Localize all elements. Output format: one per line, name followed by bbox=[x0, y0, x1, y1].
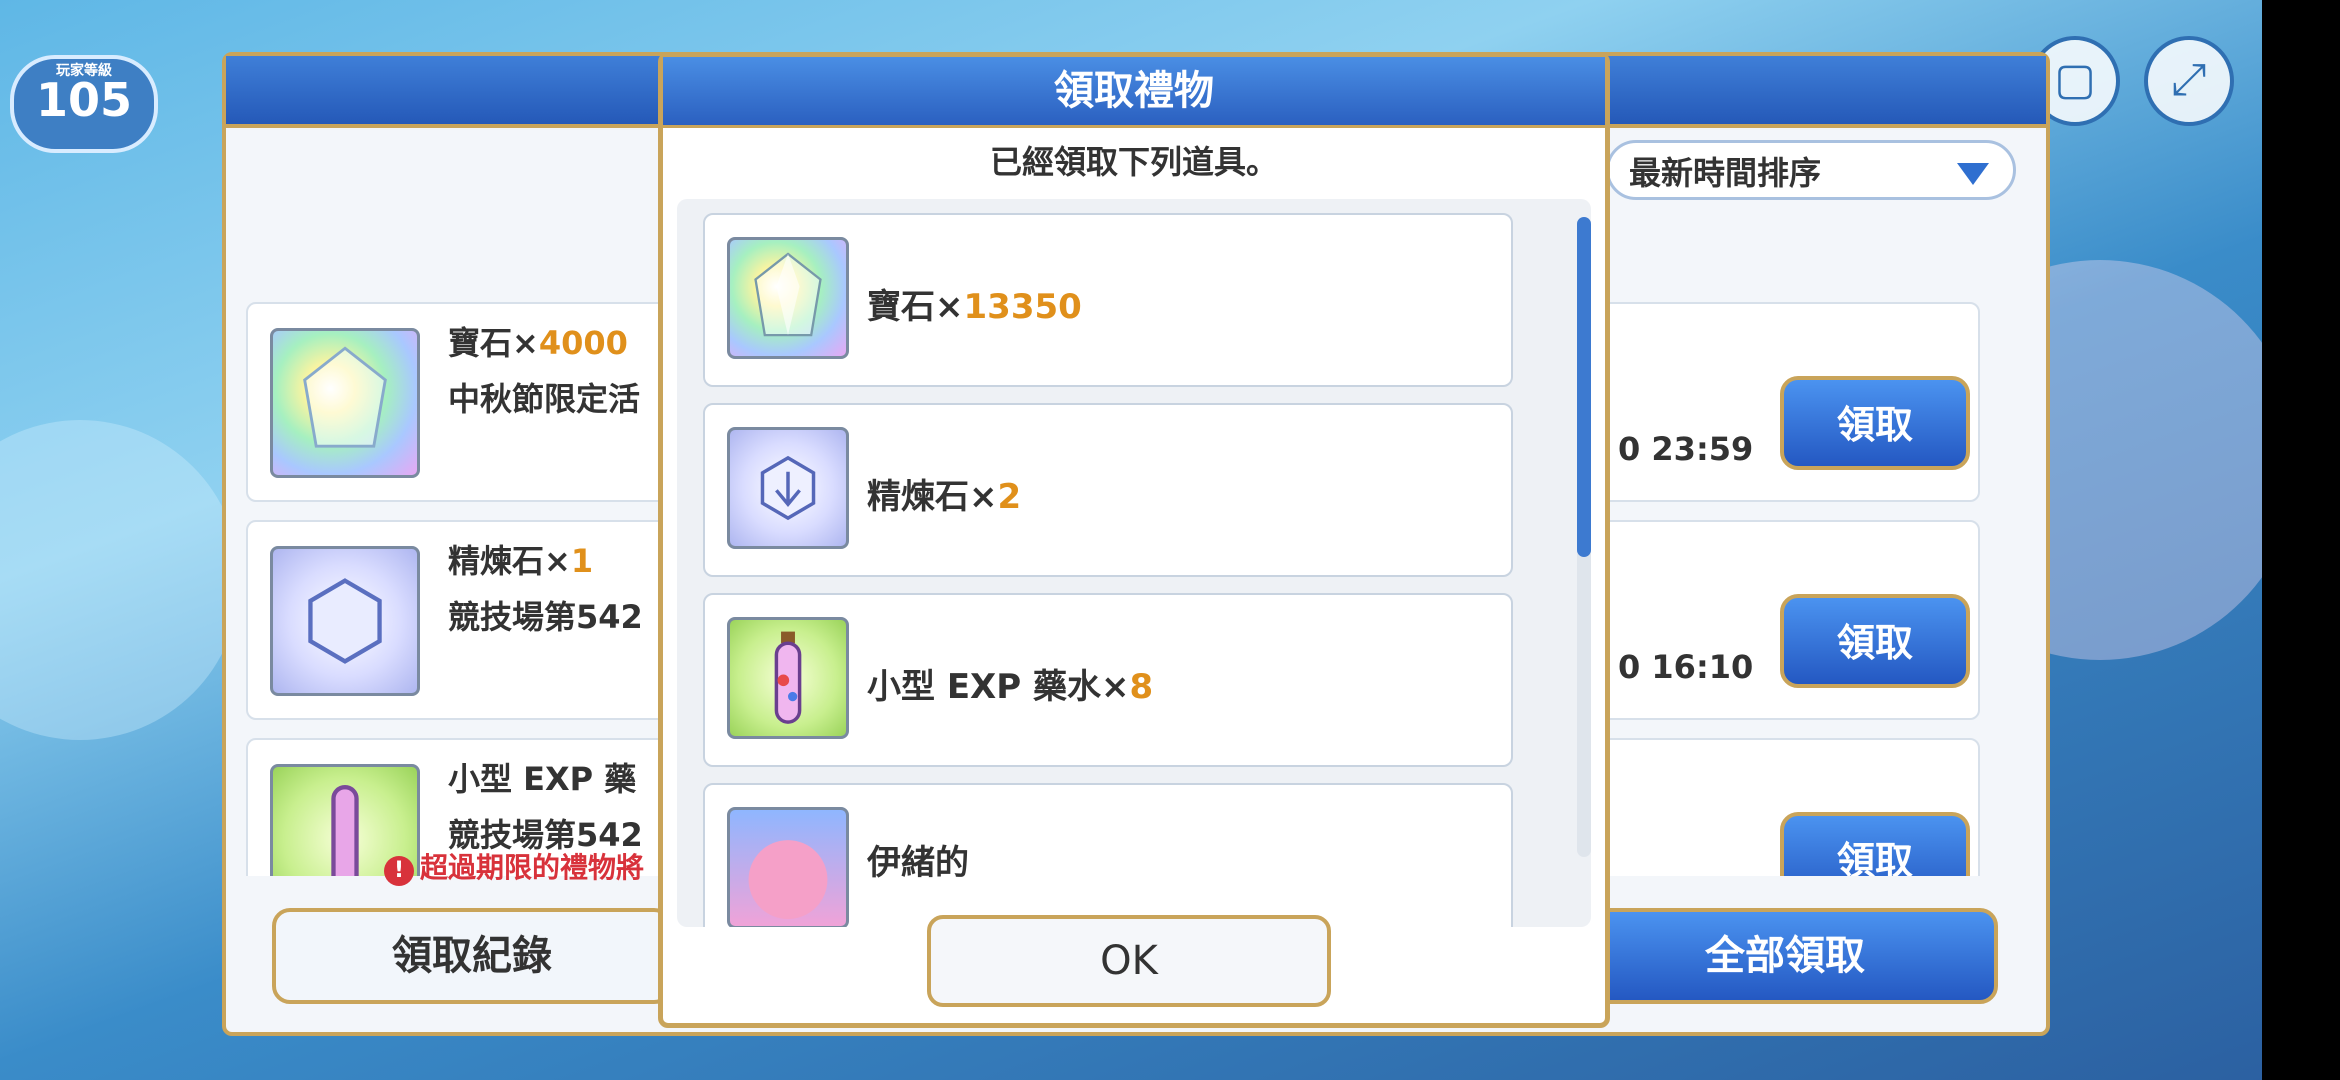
claim-button[interactable]: 領取 bbox=[1780, 812, 1970, 876]
claim-button[interactable]: 領取 bbox=[1780, 594, 1970, 688]
dialog-subtitle: 已經領取下列道具。 bbox=[989, 143, 1278, 181]
received-item-name: 寶石×13350 bbox=[867, 287, 1082, 327]
received-item-name: 精煉石×2 bbox=[867, 477, 1022, 517]
dialog-title: 領取禮物 bbox=[663, 57, 1605, 128]
claim-all-button[interactable]: 全部領取 bbox=[1572, 908, 1998, 1004]
sort-dropdown[interactable]: 最新時間排序 bbox=[1606, 140, 2016, 200]
scrollbar-thumb[interactable] bbox=[1577, 217, 1591, 557]
received-item: 小型 EXP 藥水×8 bbox=[703, 593, 1513, 767]
refine-stone-icon bbox=[727, 427, 849, 549]
gem-icon bbox=[270, 328, 420, 478]
expand-icon[interactable]: ⤢ bbox=[2144, 36, 2234, 126]
player-level-badge: 玩家等級 105 bbox=[10, 55, 158, 153]
received-item-name: 伊緒的 bbox=[867, 843, 969, 883]
sort-dropdown-label: 最新時間排序 bbox=[1629, 154, 1822, 192]
gem-icon bbox=[727, 237, 849, 359]
received-items-list[interactable]: 寶石×13350 精煉石×2 小型 EXP 藥水×8 伊緒的 bbox=[677, 199, 1591, 927]
alert-icon: ! bbox=[384, 856, 414, 886]
player-level-caption: 玩家等級 bbox=[56, 63, 112, 79]
gift-name: 寶石×4000 bbox=[448, 324, 628, 362]
claim-history-button[interactable]: 領取紀錄 bbox=[272, 908, 672, 1004]
background-glow bbox=[0, 420, 240, 740]
gift-description: 中秋節限定活 bbox=[448, 380, 641, 418]
gift-description: 競技場第542 bbox=[448, 598, 643, 636]
expiry-warning: ! 超過期限的禮物將 bbox=[384, 846, 644, 886]
received-item: 寶石×13350 bbox=[703, 213, 1513, 387]
gift-expiry: 0 16:10 bbox=[1618, 648, 1754, 686]
received-item-name: 小型 EXP 藥水×8 bbox=[867, 667, 1154, 707]
received-item: 伊緒的 bbox=[703, 783, 1513, 927]
gift-expiry: 0 23:59 bbox=[1618, 430, 1754, 468]
system-nav-bar bbox=[2262, 0, 2340, 1080]
ok-button[interactable]: OK bbox=[927, 915, 1331, 1007]
exp-potion-icon bbox=[727, 617, 849, 739]
refine-stone-icon bbox=[270, 546, 420, 696]
gift-name: 精煉石×1 bbox=[448, 542, 594, 580]
claim-button[interactable]: 領取 bbox=[1780, 376, 1970, 470]
received-item: 精煉石×2 bbox=[703, 403, 1513, 577]
gift-name: 小型 EXP 藥 bbox=[448, 760, 637, 798]
chevron-down-icon bbox=[1957, 163, 1989, 185]
player-level-value: 105 bbox=[35, 73, 133, 127]
character-card-icon bbox=[727, 807, 849, 927]
received-gifts-dialog: 領取禮物 已經領取下列道具。 寶石×13350 精煉石×2 小型 EXP 藥水×… bbox=[658, 52, 1610, 1028]
